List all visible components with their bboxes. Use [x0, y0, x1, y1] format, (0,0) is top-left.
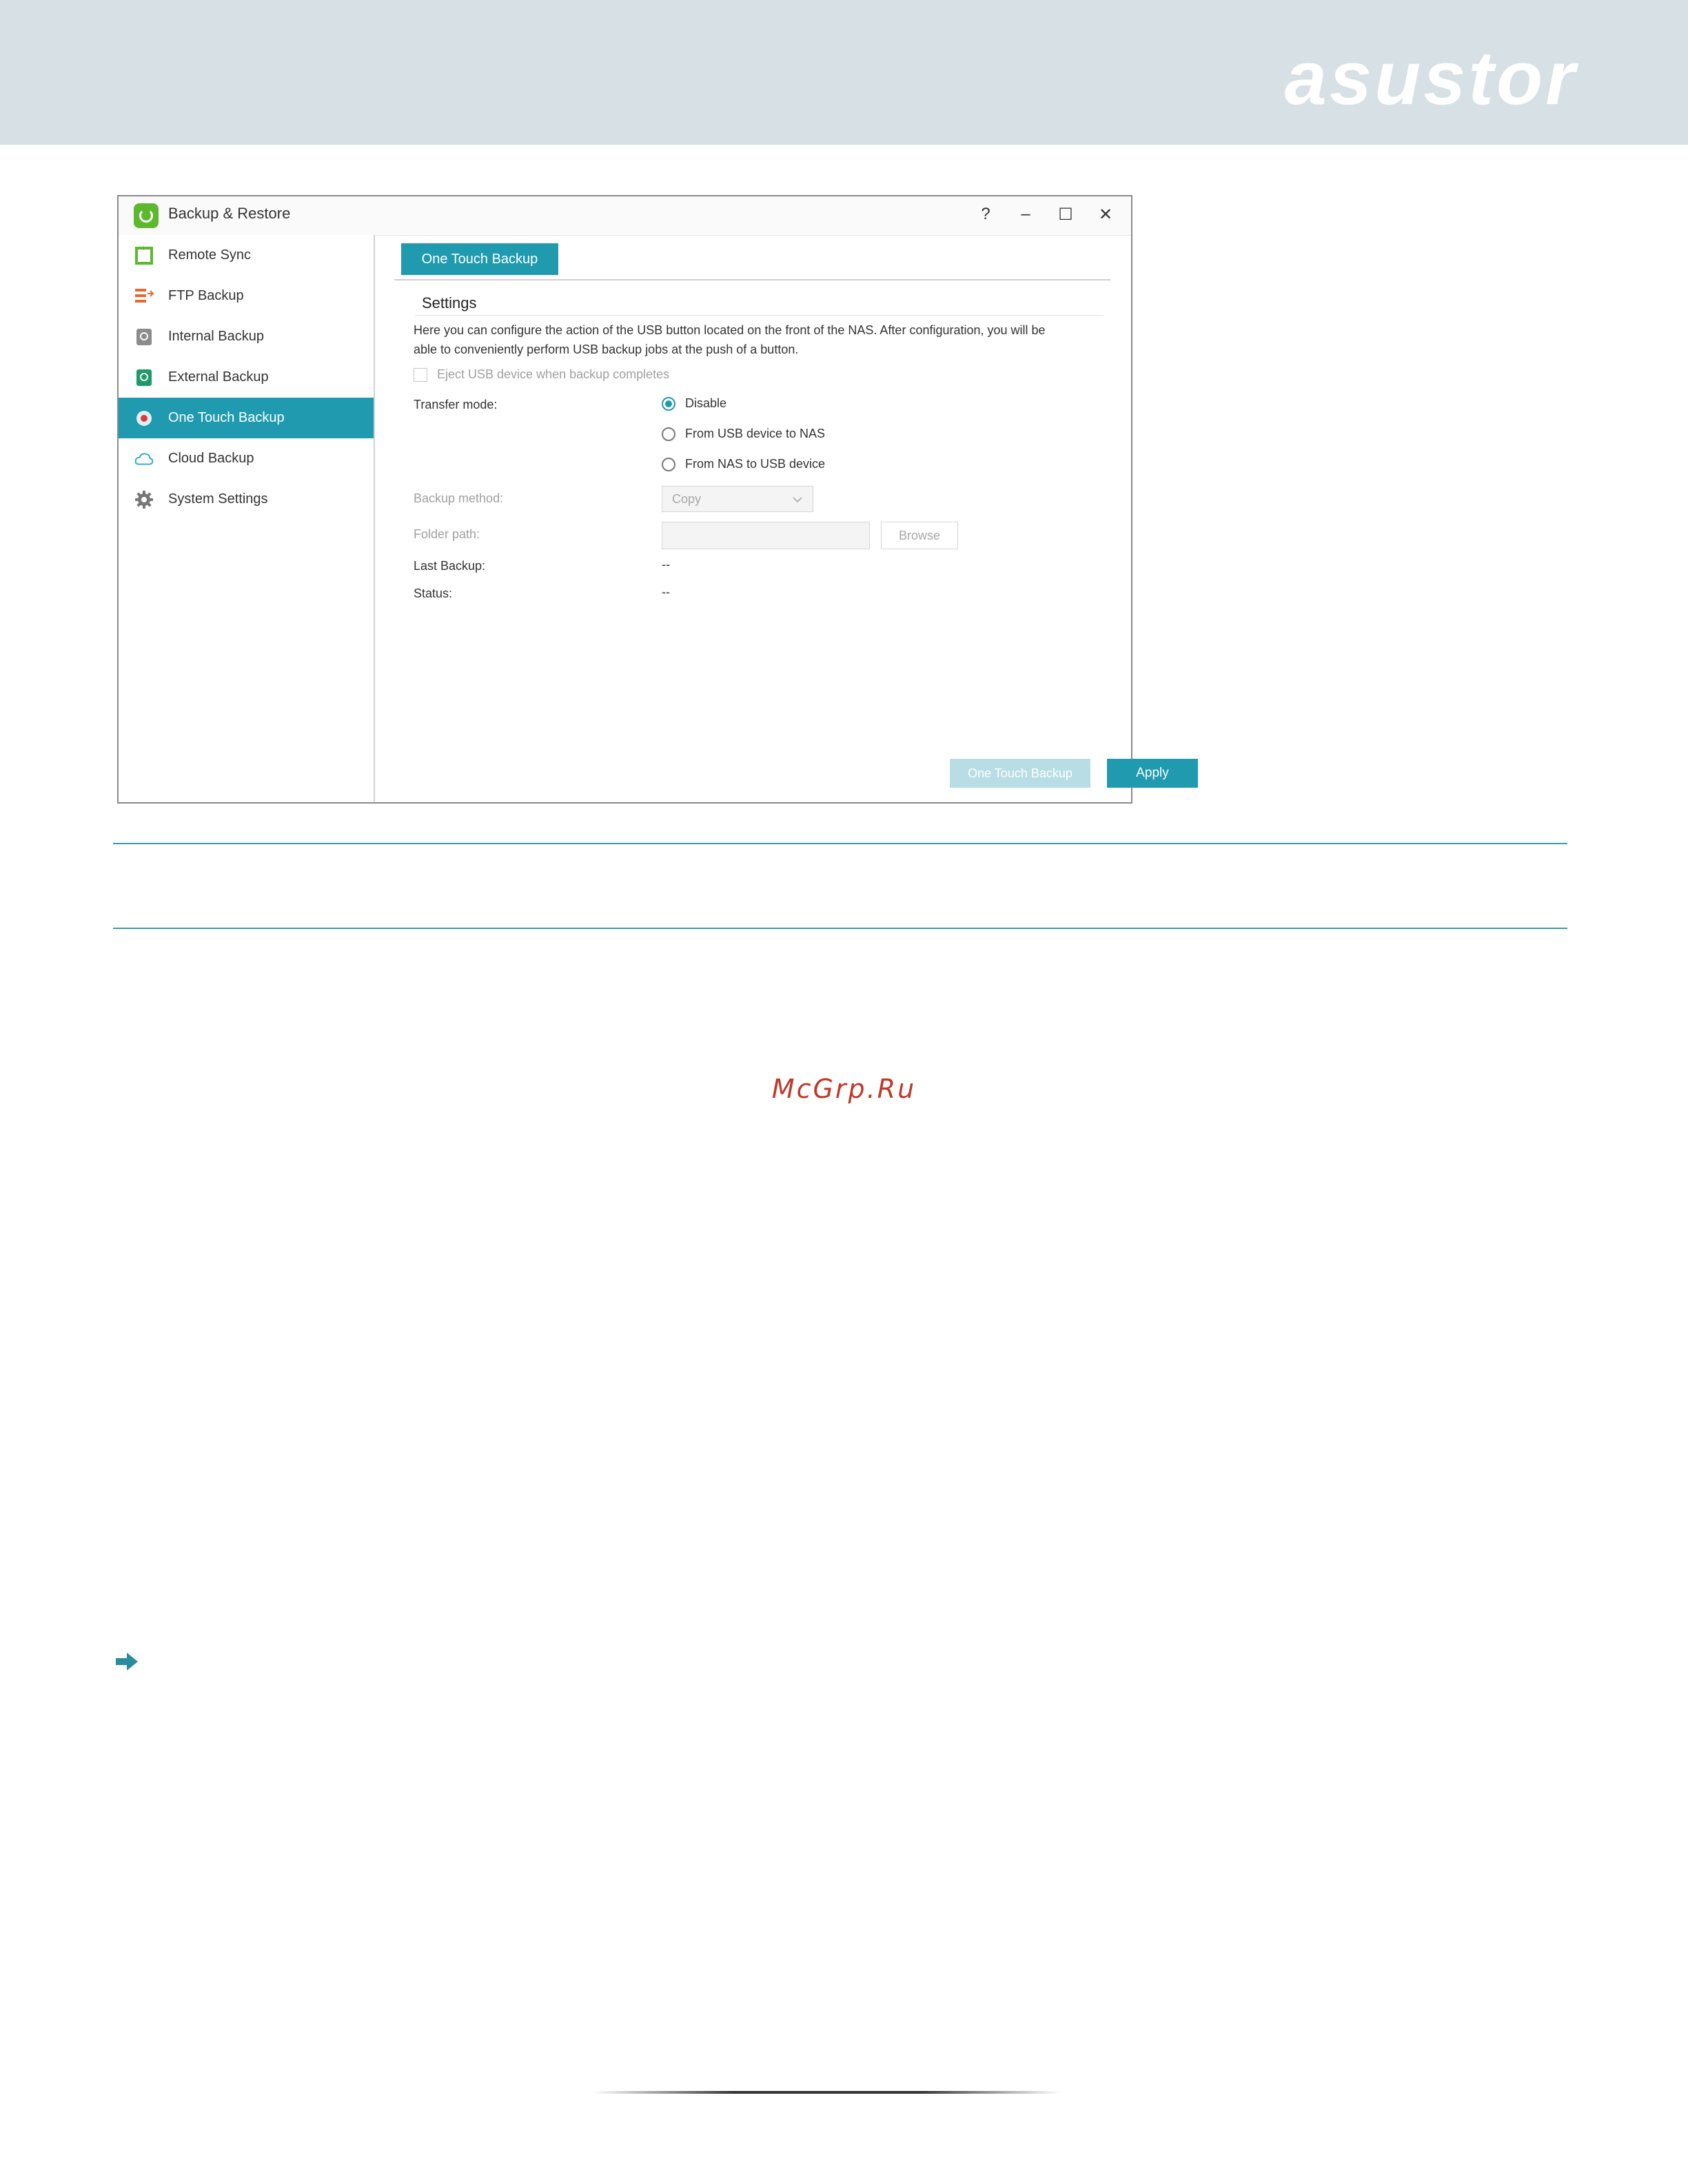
apply-button[interactable]: Apply [1107, 759, 1198, 788]
eject-usb-label: Eject USB device when backup completes [437, 367, 670, 381]
one-touch-backup-button[interactable]: One Touch Backup [950, 759, 1090, 788]
sidebar-item-label: Internal Backup [168, 329, 264, 344]
description: Here you can configure the action of the… [414, 320, 1103, 359]
transfer-option-label: From USB device to NAS [685, 427, 826, 440]
radio-unselected[interactable] [662, 457, 675, 471]
sidebar-item-label: One Touch Backup [168, 410, 285, 425]
radio-selected[interactable] [662, 396, 675, 411]
internal-backup-icon [134, 327, 154, 347]
transfer-option-label: Disable [685, 396, 727, 410]
description-line-1: Here you can configure the action of the… [414, 323, 1046, 337]
sidebar-item-remote-sync[interactable]: Remote Sync [119, 235, 374, 276]
sidebar-item-label: Remote Sync [168, 247, 252, 263]
sidebar-item-label: System Settings [168, 491, 268, 507]
sidebar: Remote Sync FTP Backup Internal Backup E… [119, 235, 375, 802]
tab-divider [394, 279, 1110, 280]
transfer-mode-label: Transfer mode: [414, 398, 498, 411]
section-divider [415, 315, 1104, 316]
cloud-backup-icon [134, 449, 154, 469]
status-label: Status: [414, 586, 453, 600]
one-touch-backup-icon [134, 408, 154, 429]
folder-path-input[interactable] [662, 522, 870, 549]
arrow-right-icon [114, 1651, 139, 1675]
tab-one-touch-backup[interactable]: One Touch Backup [401, 243, 558, 275]
remote-sync-icon [134, 245, 154, 266]
main-content: One Touch Backup Settings Here you can c… [375, 235, 1198, 802]
description-line-2: able to conveniently perform USB backup … [414, 343, 799, 356]
backup-method-select[interactable]: Copy [662, 486, 813, 512]
sidebar-item-system-settings[interactable]: System Settings [119, 479, 374, 520]
backup-restore-app-icon [134, 203, 159, 228]
asustor-logo: asustor [1284, 36, 1578, 121]
sidebar-item-cloud-backup[interactable]: Cloud Backup [119, 438, 374, 479]
backup-restore-window: Backup & Restore ? – ☐ ✕ Remote Sync FTP… [117, 195, 1198, 804]
sidebar-item-label: External Backup [168, 369, 269, 385]
watermark: McGrp.Ru [771, 1074, 917, 1104]
browse-button[interactable]: Browse [881, 522, 958, 549]
external-backup-icon [134, 367, 154, 388]
transfer-option-disable[interactable]: Disable [662, 396, 726, 411]
sidebar-item-label: FTP Backup [168, 288, 244, 303]
last-backup-value: -- [662, 558, 670, 571]
close-button[interactable]: ✕ [1088, 201, 1123, 228]
folder-path-label: Folder path: [414, 527, 480, 541]
title-bar: Backup & Restore ? – ☐ ✕ [119, 196, 1131, 236]
transfer-option-label: From NAS to USB device [685, 457, 826, 471]
chevron-down-icon [792, 492, 803, 507]
divider-top [113, 843, 1567, 844]
sidebar-item-one-touch-backup[interactable]: One Touch Backup [119, 398, 374, 438]
transfer-option-nas-to-usb[interactable]: From NAS to USB device [662, 457, 825, 471]
footer-rule [593, 2091, 1061, 2094]
status-value: -- [662, 585, 670, 599]
gear-icon [134, 489, 154, 510]
sidebar-item-internal-backup[interactable]: Internal Backup [119, 316, 374, 357]
header-banner: asustor [0, 0, 1688, 145]
eject-usb-checkbox[interactable] [414, 367, 427, 382]
help-button[interactable]: ? [968, 201, 1003, 228]
sidebar-item-ftp-backup[interactable]: FTP Backup [119, 276, 374, 316]
radio-unselected[interactable] [662, 427, 675, 441]
ftp-backup-icon [134, 286, 154, 307]
maximize-button[interactable]: ☐ [1048, 201, 1083, 228]
backup-method-label: Backup method: [414, 491, 504, 505]
sidebar-item-label: Cloud Backup [168, 451, 254, 466]
sidebar-item-external-backup[interactable]: External Backup [119, 357, 374, 398]
minimize-button[interactable]: – [1008, 201, 1043, 228]
eject-usb-option: Eject USB device when backup completes [414, 367, 669, 382]
transfer-option-usb-to-nas[interactable]: From USB device to NAS [662, 427, 825, 441]
last-backup-label: Last Backup: [414, 559, 486, 573]
divider-bottom [113, 928, 1567, 929]
window-title: Backup & Restore [168, 205, 291, 222]
settings-heading: Settings [422, 294, 477, 312]
backup-method-value: Copy [672, 491, 702, 506]
window-controls: ? – ☐ ✕ [968, 201, 1123, 228]
